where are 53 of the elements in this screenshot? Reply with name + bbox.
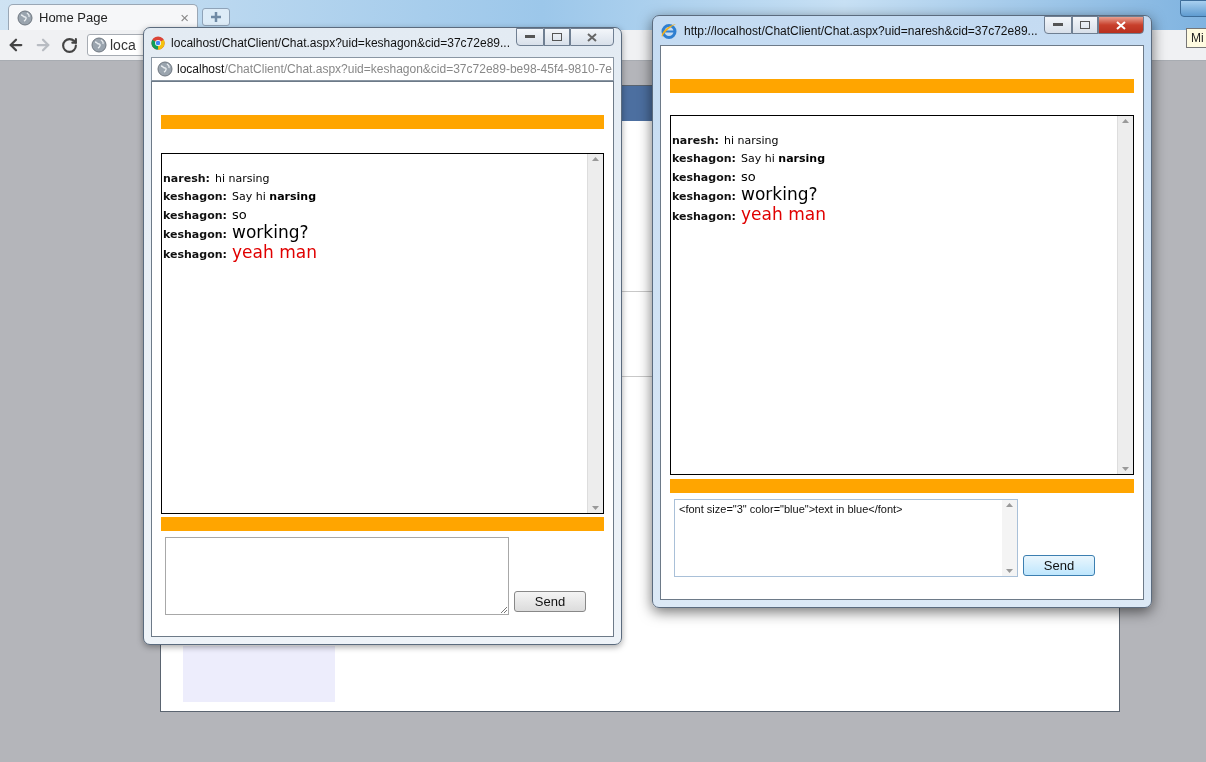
window-title: http://localhost/ChatClient/Chat.aspx?uid=naresh&cid=37c72e89... xyxy=(684,23,1038,38)
message-input[interactable] xyxy=(165,537,509,615)
close-button[interactable] xyxy=(1098,16,1144,34)
close-icon xyxy=(587,32,597,42)
down-arrow-icon[interactable] xyxy=(1122,467,1129,471)
globe-icon xyxy=(91,37,107,53)
close-button[interactable] xyxy=(570,28,614,46)
window-button[interactable] xyxy=(1180,0,1206,17)
send-button[interactable]: Send xyxy=(514,591,586,612)
chat-message: naresh: hi narsing xyxy=(163,171,271,187)
close-icon xyxy=(1116,20,1126,30)
up-arrow-icon[interactable] xyxy=(1006,503,1013,507)
resize-grip-icon[interactable] xyxy=(499,605,508,614)
browser-tab[interactable]: Home Page × xyxy=(8,4,198,30)
maximize-button[interactable] xyxy=(1072,16,1098,34)
chat-message: keshagon: so xyxy=(163,205,248,224)
up-arrow-icon[interactable] xyxy=(1122,119,1129,123)
globe-icon xyxy=(17,9,33,26)
new-tab-button[interactable] xyxy=(202,8,230,26)
minimize-button[interactable] xyxy=(1044,16,1072,34)
window-title: localhost/ChatClient/Chat.aspx?uid=keshagon&cid=37c72e89... xyxy=(171,35,510,50)
down-arrow-icon[interactable] xyxy=(1006,569,1013,573)
chat-message: keshagon: yeah man xyxy=(672,204,827,225)
reload-icon[interactable] xyxy=(61,36,78,54)
scrollbar[interactable] xyxy=(1002,500,1017,576)
maximize-button[interactable] xyxy=(544,28,570,46)
back-icon[interactable] xyxy=(7,36,25,54)
tab-close-button[interactable]: × xyxy=(180,9,189,26)
globe-icon xyxy=(157,61,173,77)
plus-icon xyxy=(211,12,221,22)
chat-message: keshagon: so xyxy=(672,167,757,186)
send-button[interactable]: Send xyxy=(1023,555,1095,576)
up-arrow-icon[interactable] xyxy=(592,157,599,161)
chat-message: keshagon: yeah man xyxy=(163,242,318,263)
forward-icon[interactable] xyxy=(34,36,52,54)
chat-message: keshagon: Say hi narsing xyxy=(672,151,826,167)
scrollbar[interactable] xyxy=(1117,116,1133,474)
chat-message: keshagon: working? xyxy=(163,223,310,243)
chat-message: naresh: hi narsing xyxy=(672,133,780,149)
chat-message: keshagon: working? xyxy=(672,185,819,205)
minimize-icon xyxy=(525,35,535,39)
maximize-icon xyxy=(552,33,562,41)
chat-message: keshagon: Say hi narsing xyxy=(163,189,317,205)
scrollbar[interactable] xyxy=(587,154,603,513)
minimize-button[interactable] xyxy=(516,28,544,46)
ie-logo-icon xyxy=(660,21,678,40)
down-arrow-icon[interactable] xyxy=(592,506,599,510)
maximize-icon xyxy=(1080,21,1090,29)
chrome-logo-icon xyxy=(151,34,166,51)
tooltip: Mi xyxy=(1186,28,1206,48)
minimize-icon xyxy=(1053,23,1063,27)
message-input[interactable]: <font size="3" color="blue">text in blue</font> xyxy=(674,499,1018,577)
address-bar[interactable]: localhost/ChatClient/Chat.aspx?uid=keshagon&cid=37c72e89-be98-45f4-9810-7e xyxy=(151,57,614,81)
